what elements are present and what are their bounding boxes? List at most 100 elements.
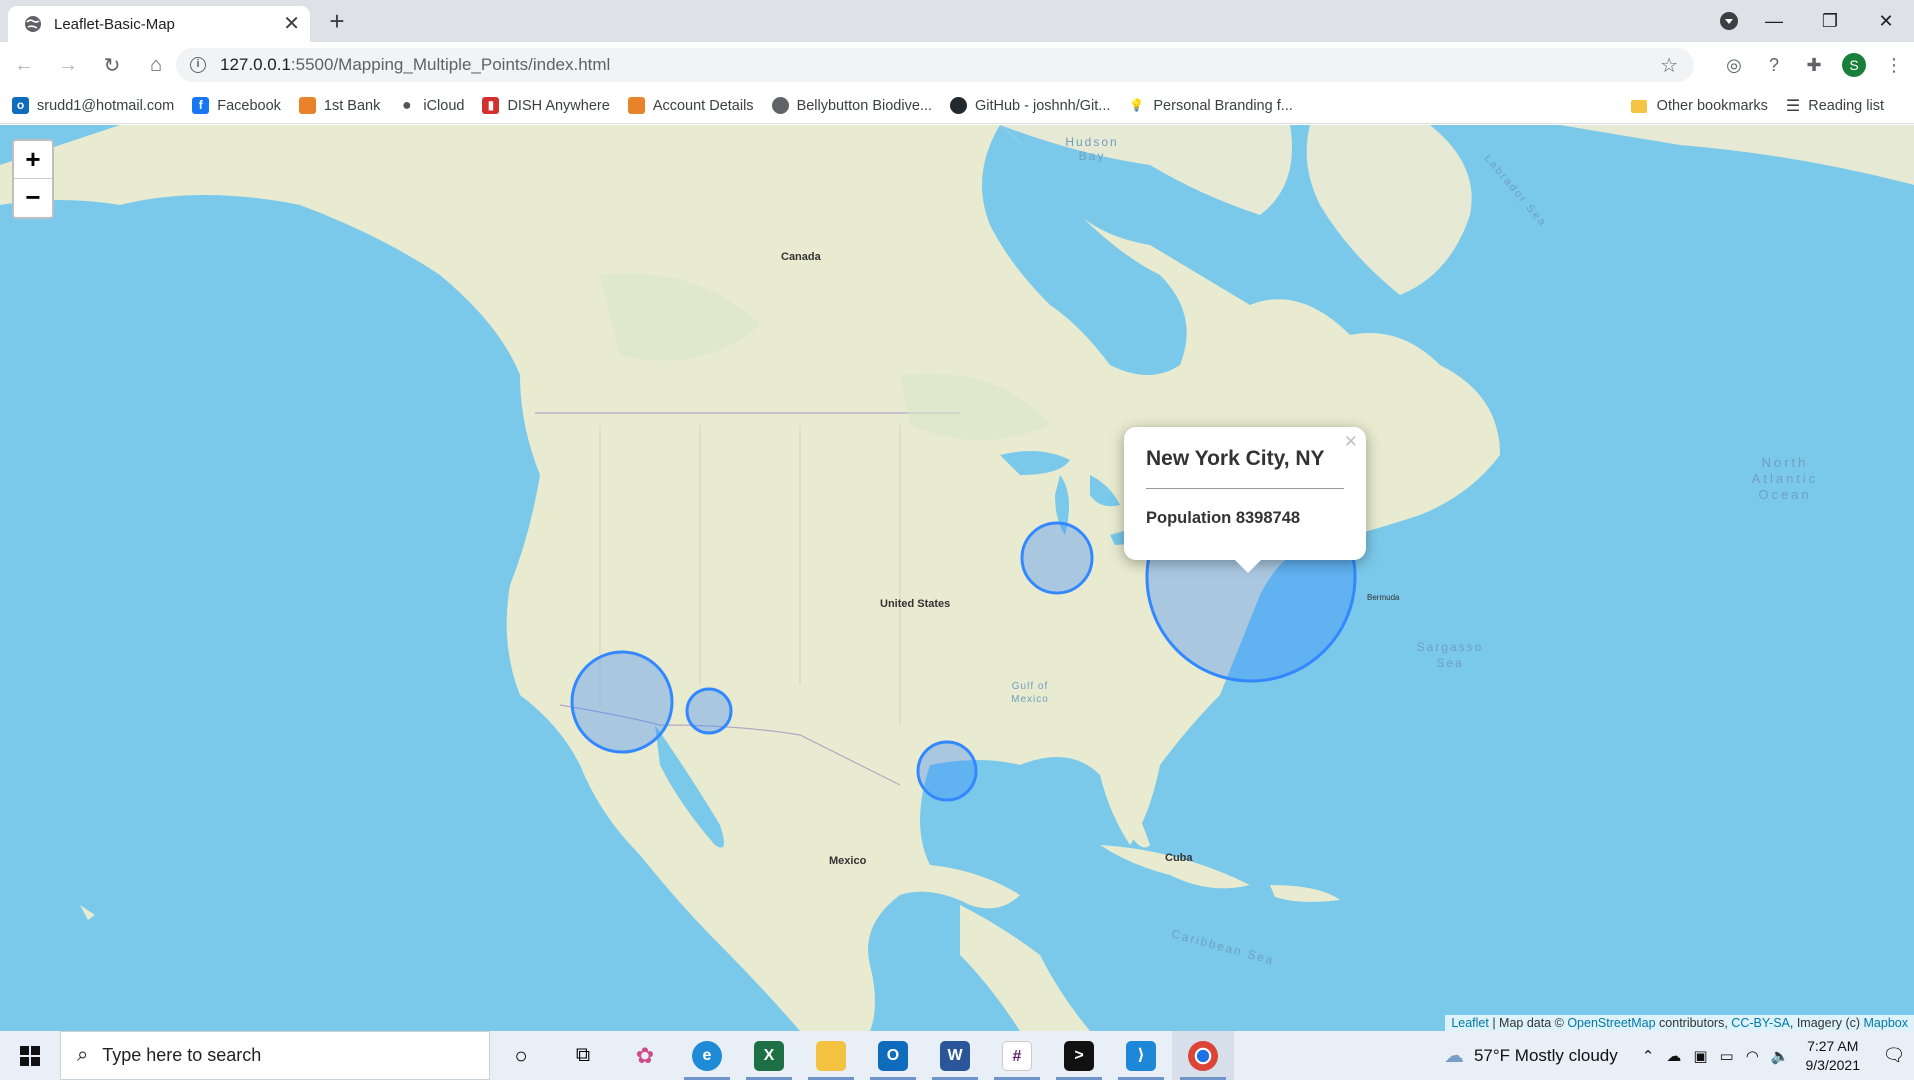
- mapbox-link[interactable]: Mapbox: [1864, 1016, 1908, 1030]
- taskbar-app-outlook[interactable]: O: [862, 1031, 924, 1080]
- outlook-icon: O: [878, 1040, 908, 1071]
- volume-icon[interactable]: 🔈: [1771, 1047, 1790, 1065]
- label-bermuda: Bermuda: [1367, 593, 1400, 602]
- bookmark-item[interactable]: Bellybutton Biodive...: [771, 97, 932, 114]
- bookmark-item[interactable]: 1st Bank: [298, 97, 380, 114]
- wifi-icon[interactable]: ◠: [1746, 1047, 1759, 1065]
- menu-kebab-icon[interactable]: ⋮: [1874, 55, 1914, 76]
- close-tab-icon[interactable]: ✕: [283, 14, 300, 34]
- other-bookmarks-folder[interactable]: Other bookmarks: [1630, 98, 1768, 114]
- lightbulb-icon: 💡: [1129, 98, 1145, 112]
- globe-icon: [771, 97, 789, 114]
- osm-link[interactable]: OpenStreetMap: [1567, 1016, 1655, 1030]
- taskbar-app-word[interactable]: W: [924, 1031, 986, 1080]
- taskbar-app-slack[interactable]: #: [986, 1031, 1048, 1080]
- marker-chicago[interactable]: [1020, 521, 1094, 595]
- extension-icon[interactable]: ◎: [1714, 55, 1754, 76]
- license-link[interactable]: CC-BY-SA: [1731, 1016, 1790, 1030]
- search-icon: ⌕: [77, 1044, 89, 1066]
- windows-logo-icon: [20, 1045, 40, 1066]
- tab-strip: Leaflet-Basic-Map ✕ + — ❐ ✕: [0, 0, 1914, 42]
- search-placeholder: Type here to search: [102, 1045, 262, 1065]
- github-icon: [949, 97, 967, 114]
- attribution-text: | Map data ©: [1488, 1016, 1568, 1030]
- clock[interactable]: 7:27 AM 9/3/2021: [1806, 1037, 1861, 1075]
- help-extension-icon[interactable]: ?: [1754, 55, 1794, 76]
- bookmark-item[interactable]: o srudd1@hotmail.com: [12, 97, 174, 114]
- cortana-button[interactable]: ○: [490, 1031, 552, 1080]
- forward-icon[interactable]: →: [48, 45, 88, 85]
- bookmarks-right: Other bookmarks ☰ Reading list: [1630, 88, 1902, 124]
- chevron-up-icon[interactable]: ⌃: [1642, 1047, 1655, 1065]
- taskbar-app-excel[interactable]: X: [738, 1031, 800, 1080]
- close-window-icon[interactable]: ✕: [1858, 11, 1914, 32]
- zoom-in-button[interactable]: +: [14, 141, 52, 179]
- weather-widget[interactable]: ☁ 57°F Mostly cloudy: [1444, 1043, 1618, 1068]
- puzzle-extensions-icon[interactable]: ✚: [1794, 55, 1834, 76]
- tab-search-icon[interactable]: [1720, 12, 1738, 30]
- home-icon[interactable]: ⌂: [136, 45, 176, 85]
- reload-icon[interactable]: ↻: [92, 45, 132, 85]
- vscode-icon: ⟩: [1126, 1040, 1156, 1071]
- clock-date: 9/3/2021: [1805, 1056, 1861, 1073]
- restore-icon[interactable]: ❐: [1802, 11, 1858, 32]
- site-info-icon[interactable]: i: [190, 57, 206, 73]
- taskbar-search-input[interactable]: ⌕ Type here to search: [60, 1031, 490, 1080]
- browser-toolbar: ← → ↻ ⌂ i 127.0.0.1:5500/Mapping_Multipl…: [0, 42, 1914, 88]
- address-bar[interactable]: i 127.0.0.1:5500/Mapping_Multiple_Points…: [176, 48, 1694, 82]
- reading-list-button[interactable]: ☰ Reading list: [1786, 96, 1884, 116]
- taskbar-app-edge[interactable]: e: [676, 1031, 738, 1080]
- bookmark-item[interactable]: GitHub - joshnh/Git...: [949, 97, 1110, 114]
- tab-title: Leaflet-Basic-Map: [54, 15, 175, 33]
- zoom-control: + −: [12, 139, 54, 219]
- marker-san-antonio[interactable]: [916, 740, 978, 802]
- start-button[interactable]: [0, 1031, 60, 1080]
- marker-popup: ✕ New York City, NY Population 8398748: [1124, 427, 1366, 573]
- new-tab-icon[interactable]: +: [322, 6, 352, 36]
- cortana-icon: ○: [514, 1042, 528, 1068]
- excel-icon: X: [754, 1040, 784, 1071]
- taskbar-app-vscode[interactable]: ⟩: [1110, 1031, 1172, 1080]
- task-view-button[interactable]: ⧉: [552, 1031, 614, 1080]
- globe-icon: [25, 16, 41, 32]
- notification-icon[interactable]: 🗨: [1874, 1045, 1914, 1066]
- browser-tab[interactable]: Leaflet-Basic-Map ✕: [8, 6, 310, 42]
- cloud-icon: ☁: [1443, 1045, 1464, 1067]
- bookmark-item[interactable]: ▮ DISH Anywhere: [482, 97, 610, 114]
- meet-now-icon[interactable]: ▣: [1693, 1047, 1707, 1065]
- bookmark-item[interactable]: ● iCloud: [398, 97, 464, 114]
- taskbar-app-chrome[interactable]: [1172, 1031, 1234, 1080]
- weather-text: 57°F Mostly cloudy: [1473, 1045, 1618, 1065]
- leaflet-link[interactable]: Leaflet: [1451, 1016, 1489, 1030]
- minimize-icon[interactable]: —: [1746, 11, 1802, 32]
- back-icon[interactable]: ←: [4, 45, 44, 85]
- label-canada: Canada: [781, 251, 821, 263]
- onedrive-icon[interactable]: ☁: [1666, 1047, 1681, 1065]
- label-sargasso-sea: Sargasso Sea: [1416, 640, 1484, 670]
- battery-icon[interactable]: ▭: [1720, 1047, 1734, 1065]
- popup-population: Population 8398748: [1146, 509, 1301, 527]
- marker-phoenix[interactable]: [685, 687, 733, 735]
- profile-avatar[interactable]: S: [1842, 53, 1866, 77]
- attribution-text: contributors,: [1655, 1016, 1732, 1030]
- slack-icon: #: [1002, 1040, 1032, 1071]
- bookmark-star-icon[interactable]: ☆: [1660, 53, 1678, 78]
- terminal-icon: >: [1064, 1040, 1094, 1071]
- bookmark-item[interactable]: f Facebook: [192, 97, 281, 114]
- task-view-icon: ⧉: [575, 1044, 591, 1066]
- map-attribution: Leaflet | Map data © OpenStreetMap contr…: [1445, 1015, 1914, 1031]
- bookmark-item[interactable]: Account Details: [627, 97, 754, 114]
- system-tray: ☁ 57°F Mostly cloudy ⌃ ☁ ▣ ▭ ◠ 🔈 7:27 AM …: [1444, 1031, 1914, 1080]
- label-north-atlantic: North Atlantic Ocean: [1751, 455, 1819, 502]
- taskbar-app-explorer[interactable]: [800, 1031, 862, 1080]
- bookmark-item[interactable]: 💡 Personal Branding f...: [1128, 97, 1292, 114]
- zoom-out-button[interactable]: −: [14, 179, 52, 217]
- popup-close-icon[interactable]: ✕: [1344, 432, 1358, 452]
- leaflet-map[interactable]: Canada United States Mexico Cuba Hudson …: [0, 125, 1914, 1031]
- apple-icon: ●: [402, 97, 412, 114]
- label-united-states: United States: [880, 598, 951, 610]
- taskbar-app-paint[interactable]: ✿: [614, 1031, 676, 1080]
- taskbar-app-terminal[interactable]: >: [1048, 1031, 1110, 1080]
- marker-los-angeles[interactable]: [570, 650, 674, 754]
- clock-time: 7:27 AM: [1807, 1037, 1859, 1054]
